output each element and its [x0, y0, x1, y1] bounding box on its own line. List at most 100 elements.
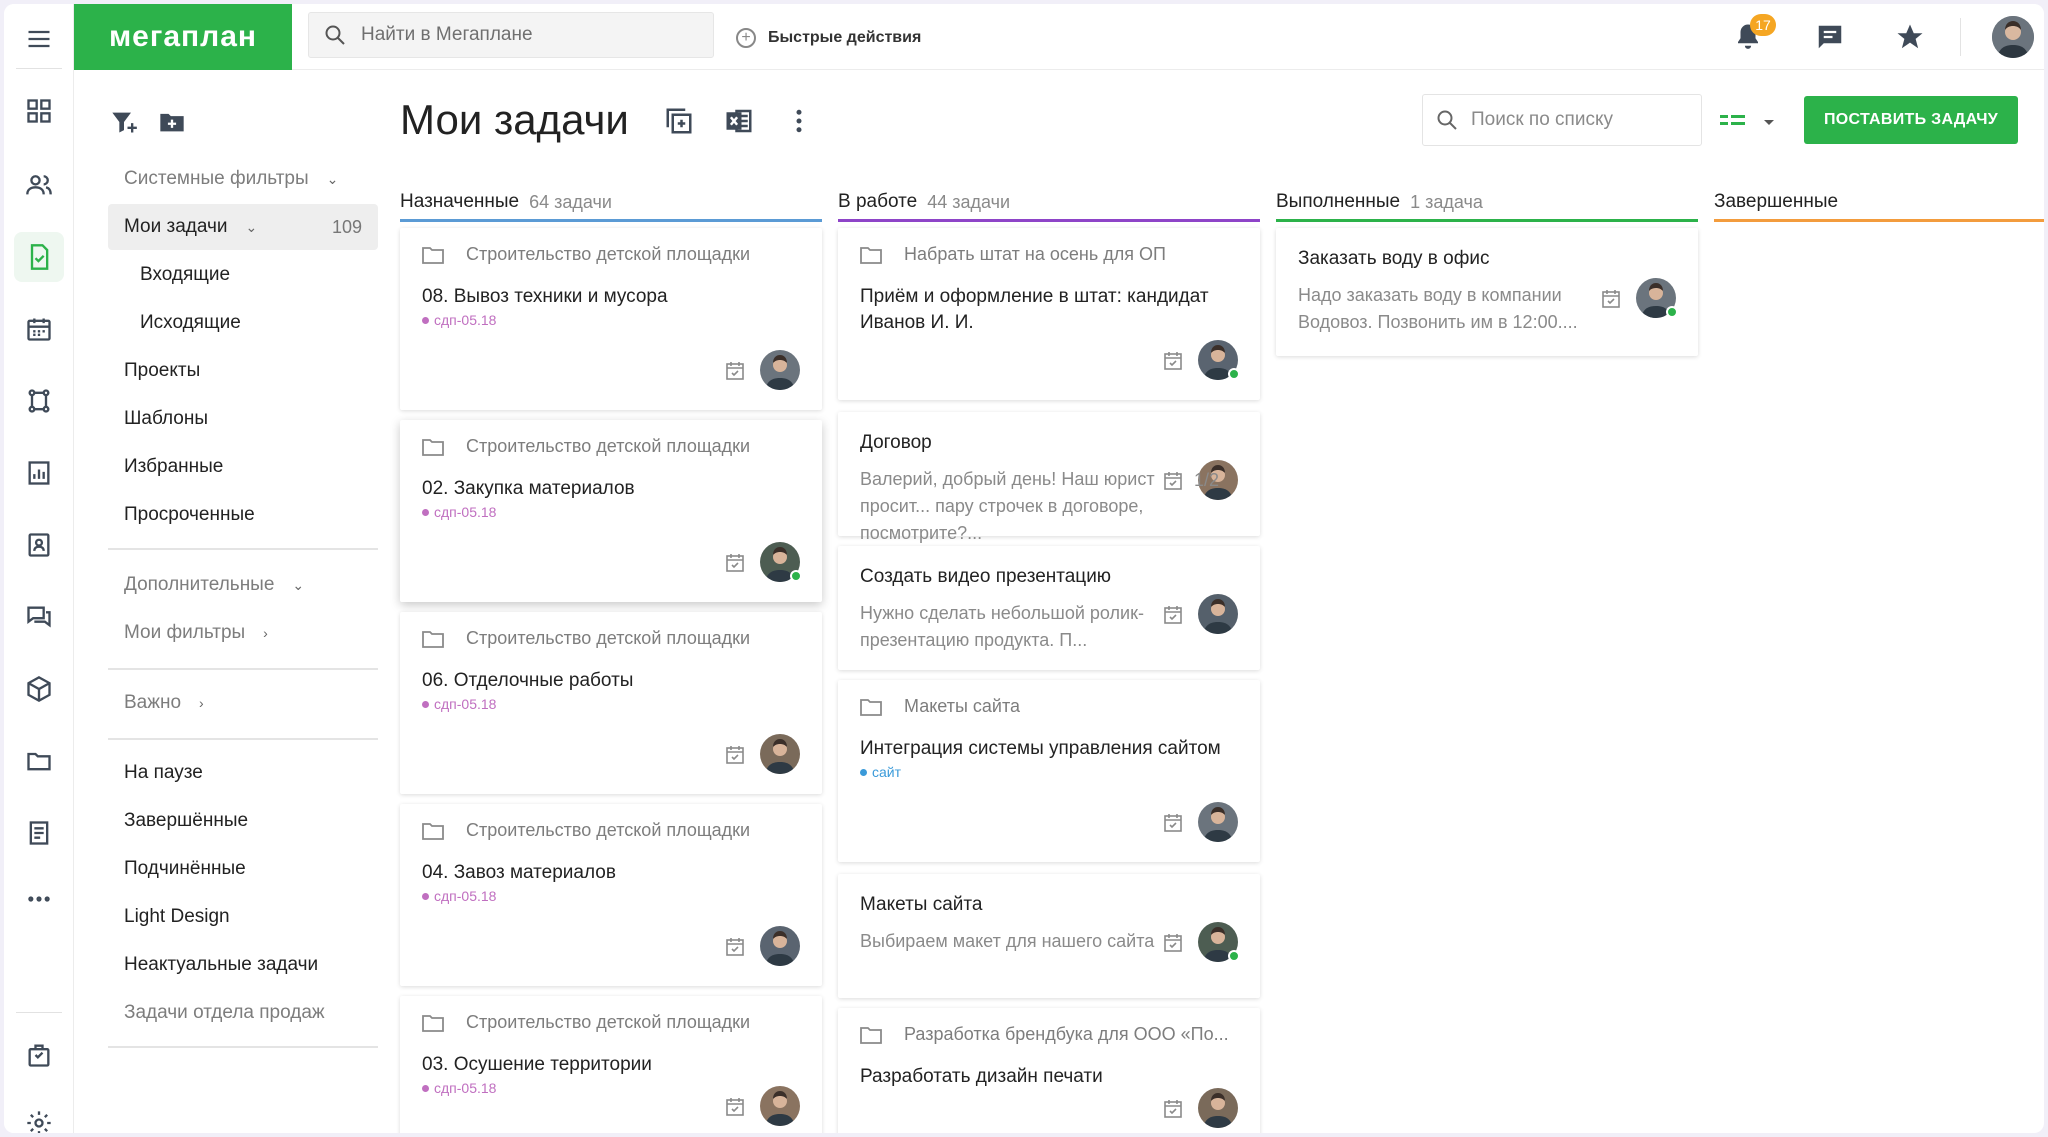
column-header[interactable]: Назначенные 64 задачи — [400, 184, 822, 222]
documents-icon[interactable] — [14, 808, 64, 858]
filter-projects[interactable]: Проекты — [108, 348, 378, 394]
assignee-avatar[interactable] — [760, 926, 800, 966]
global-search[interactable] — [308, 12, 714, 58]
card-project[interactable]: Набрать штат на осень для ОП — [860, 244, 1240, 265]
list-search[interactable] — [1422, 94, 1702, 146]
search-icon — [1437, 110, 1457, 130]
filter-completed[interactable]: Завершённые — [108, 798, 378, 844]
filter-favorites[interactable]: Избранные — [108, 444, 378, 490]
chat-icon[interactable] — [14, 592, 64, 642]
card-project[interactable]: Строительство детской площадки — [422, 820, 802, 841]
card-tag[interactable]: сайт — [860, 764, 901, 780]
task-card[interactable]: Строительство детской площадки 04. Завоз … — [400, 804, 822, 986]
task-card[interactable]: Строительство детской площадки 03. Осушен… — [400, 996, 822, 1133]
dashboard-icon[interactable] — [14, 86, 64, 136]
filter-overdue[interactable]: Просроченные — [108, 492, 378, 538]
card-tag[interactable]: сдп-05.18 — [422, 1080, 496, 1096]
calendar-check-icon[interactable] — [724, 744, 746, 766]
bag-icon[interactable] — [14, 1030, 64, 1080]
messages-icon[interactable] — [1812, 19, 1848, 55]
task-card[interactable]: Заказать воду в офис Надо заказать воду в… — [1276, 228, 1698, 356]
star-icon[interactable] — [1892, 19, 1928, 55]
card-project[interactable]: Строительство детской площадки — [422, 1012, 802, 1033]
filter-my-tasks-count: 109 — [331, 216, 362, 237]
calendar-check-icon[interactable] — [1162, 812, 1184, 834]
filter-irrelevant[interactable]: Неактуальные задачи — [108, 942, 378, 988]
assignee-avatar[interactable] — [1198, 802, 1238, 842]
box-icon[interactable] — [14, 664, 64, 714]
list-search-input[interactable] — [1471, 109, 1691, 131]
calendar-check-icon[interactable] — [724, 552, 746, 574]
task-card[interactable]: Набрать штат на осень для ОП Приём и офор… — [838, 228, 1260, 400]
megaplan-logo[interactable]: мегаплан — [74, 4, 292, 70]
calendar-check-icon[interactable] — [1600, 288, 1622, 310]
filter-my-filters[interactable]: Мои фильтры › — [108, 610, 378, 656]
card-project[interactable]: Строительство детской площадки — [422, 244, 802, 265]
filter-my-tasks[interactable]: Мои задачи ⌄ 109 — [108, 204, 378, 250]
calendar-icon[interactable] — [14, 304, 64, 354]
filter-additional[interactable]: Дополнительные ⌄ — [108, 562, 378, 608]
filter-outgoing[interactable]: Исходящие — [108, 300, 378, 346]
card-project[interactable]: Разработка брендбука для ООО «По... — [860, 1024, 1240, 1045]
calendar-check-icon[interactable] — [1162, 470, 1184, 492]
filter-system[interactable]: Системные фильтры ⌄ — [108, 156, 378, 202]
chevron-down-icon: ⌄ — [292, 576, 305, 593]
column-header[interactable]: В работе 44 задачи — [838, 184, 1260, 222]
filter-subordinate[interactable]: Подчинённые — [108, 846, 378, 892]
calendar-check-icon[interactable] — [1162, 604, 1184, 626]
assignee-avatar[interactable] — [1198, 594, 1238, 634]
calendar-check-icon[interactable] — [1162, 1098, 1184, 1120]
copy-add-icon[interactable] — [662, 104, 696, 138]
plus-icon: + — [736, 28, 756, 48]
calendar-check-icon[interactable] — [724, 360, 746, 382]
assignee-avatar[interactable] — [760, 1086, 800, 1126]
people-icon[interactable] — [14, 160, 64, 210]
task-card[interactable]: Строительство детской площадки 02. Закупк… — [400, 420, 822, 602]
column-header[interactable]: Выполненные 1 задача — [1276, 184, 1698, 222]
quick-actions-button[interactable]: + Быстрые действия — [736, 24, 921, 52]
card-project[interactable]: Строительство детской площадки — [422, 436, 802, 457]
task-card[interactable]: Строительство детской площадки 06. Отдело… — [400, 612, 822, 794]
view-mode-dropdown[interactable] — [1720, 108, 1782, 136]
card-tag[interactable]: сдп-05.18 — [422, 696, 496, 712]
calendar-check-icon[interactable] — [724, 936, 746, 958]
filter-sales-tasks[interactable]: Задачи отдела продаж — [108, 990, 378, 1036]
card-tag[interactable]: сдп-05.18 — [422, 504, 496, 520]
filter-light-design[interactable]: Light Design — [108, 894, 378, 940]
calendar-check-icon[interactable] — [1162, 350, 1184, 372]
more-icon[interactable] — [14, 874, 64, 924]
add-task-button[interactable]: ПОСТАВИТЬ ЗАДАЧУ — [1804, 96, 2018, 144]
card-tag[interactable]: сдп-05.18 — [422, 312, 496, 328]
column-header[interactable]: Завершенные — [1714, 184, 2044, 222]
filter-add-icon[interactable] — [108, 106, 140, 138]
search-input[interactable] — [361, 24, 691, 46]
card-project[interactable]: Макеты сайта — [860, 696, 1240, 717]
tasks-icon[interactable] — [14, 232, 64, 282]
excel-icon[interactable] — [722, 104, 756, 138]
workflow-icon[interactable] — [14, 376, 64, 426]
settings-icon[interactable] — [14, 1098, 64, 1133]
contacts-icon[interactable] — [14, 520, 64, 570]
assignee-avatar[interactable] — [1198, 1088, 1238, 1128]
assignee-avatar[interactable] — [760, 350, 800, 390]
card-project[interactable]: Строительство детской площадки — [422, 628, 802, 649]
task-card[interactable]: Создать видео презентацию Нужно сделать н… — [838, 546, 1260, 670]
calendar-check-icon[interactable] — [724, 1096, 746, 1118]
filter-templates[interactable]: Шаблоны — [108, 396, 378, 442]
assignee-avatar[interactable] — [760, 734, 800, 774]
reports-icon[interactable] — [14, 448, 64, 498]
task-card[interactable]: Макеты сайта Выбираем макет для нашего са… — [838, 874, 1260, 998]
card-tag[interactable]: сдп-05.18 — [422, 888, 496, 904]
task-card[interactable]: Разработка брендбука для ООО «По... Разра… — [838, 1008, 1260, 1133]
task-card[interactable]: Строительство детской площадки 08. Вывоз … — [400, 228, 822, 410]
filter-paused[interactable]: На паузе — [108, 750, 378, 796]
menu-icon[interactable] — [14, 14, 64, 64]
folder-add-icon[interactable] — [156, 106, 188, 138]
calendar-check-icon[interactable] — [1162, 932, 1184, 954]
folder-icon[interactable] — [14, 736, 64, 786]
task-card[interactable]: Макеты сайта Интеграция системы управлени… — [838, 680, 1260, 862]
user-avatar[interactable] — [1992, 16, 2034, 58]
more-vertical-icon[interactable] — [782, 104, 816, 138]
filter-important[interactable]: Важно › — [108, 680, 378, 726]
filter-incoming[interactable]: Входящие — [108, 252, 378, 298]
